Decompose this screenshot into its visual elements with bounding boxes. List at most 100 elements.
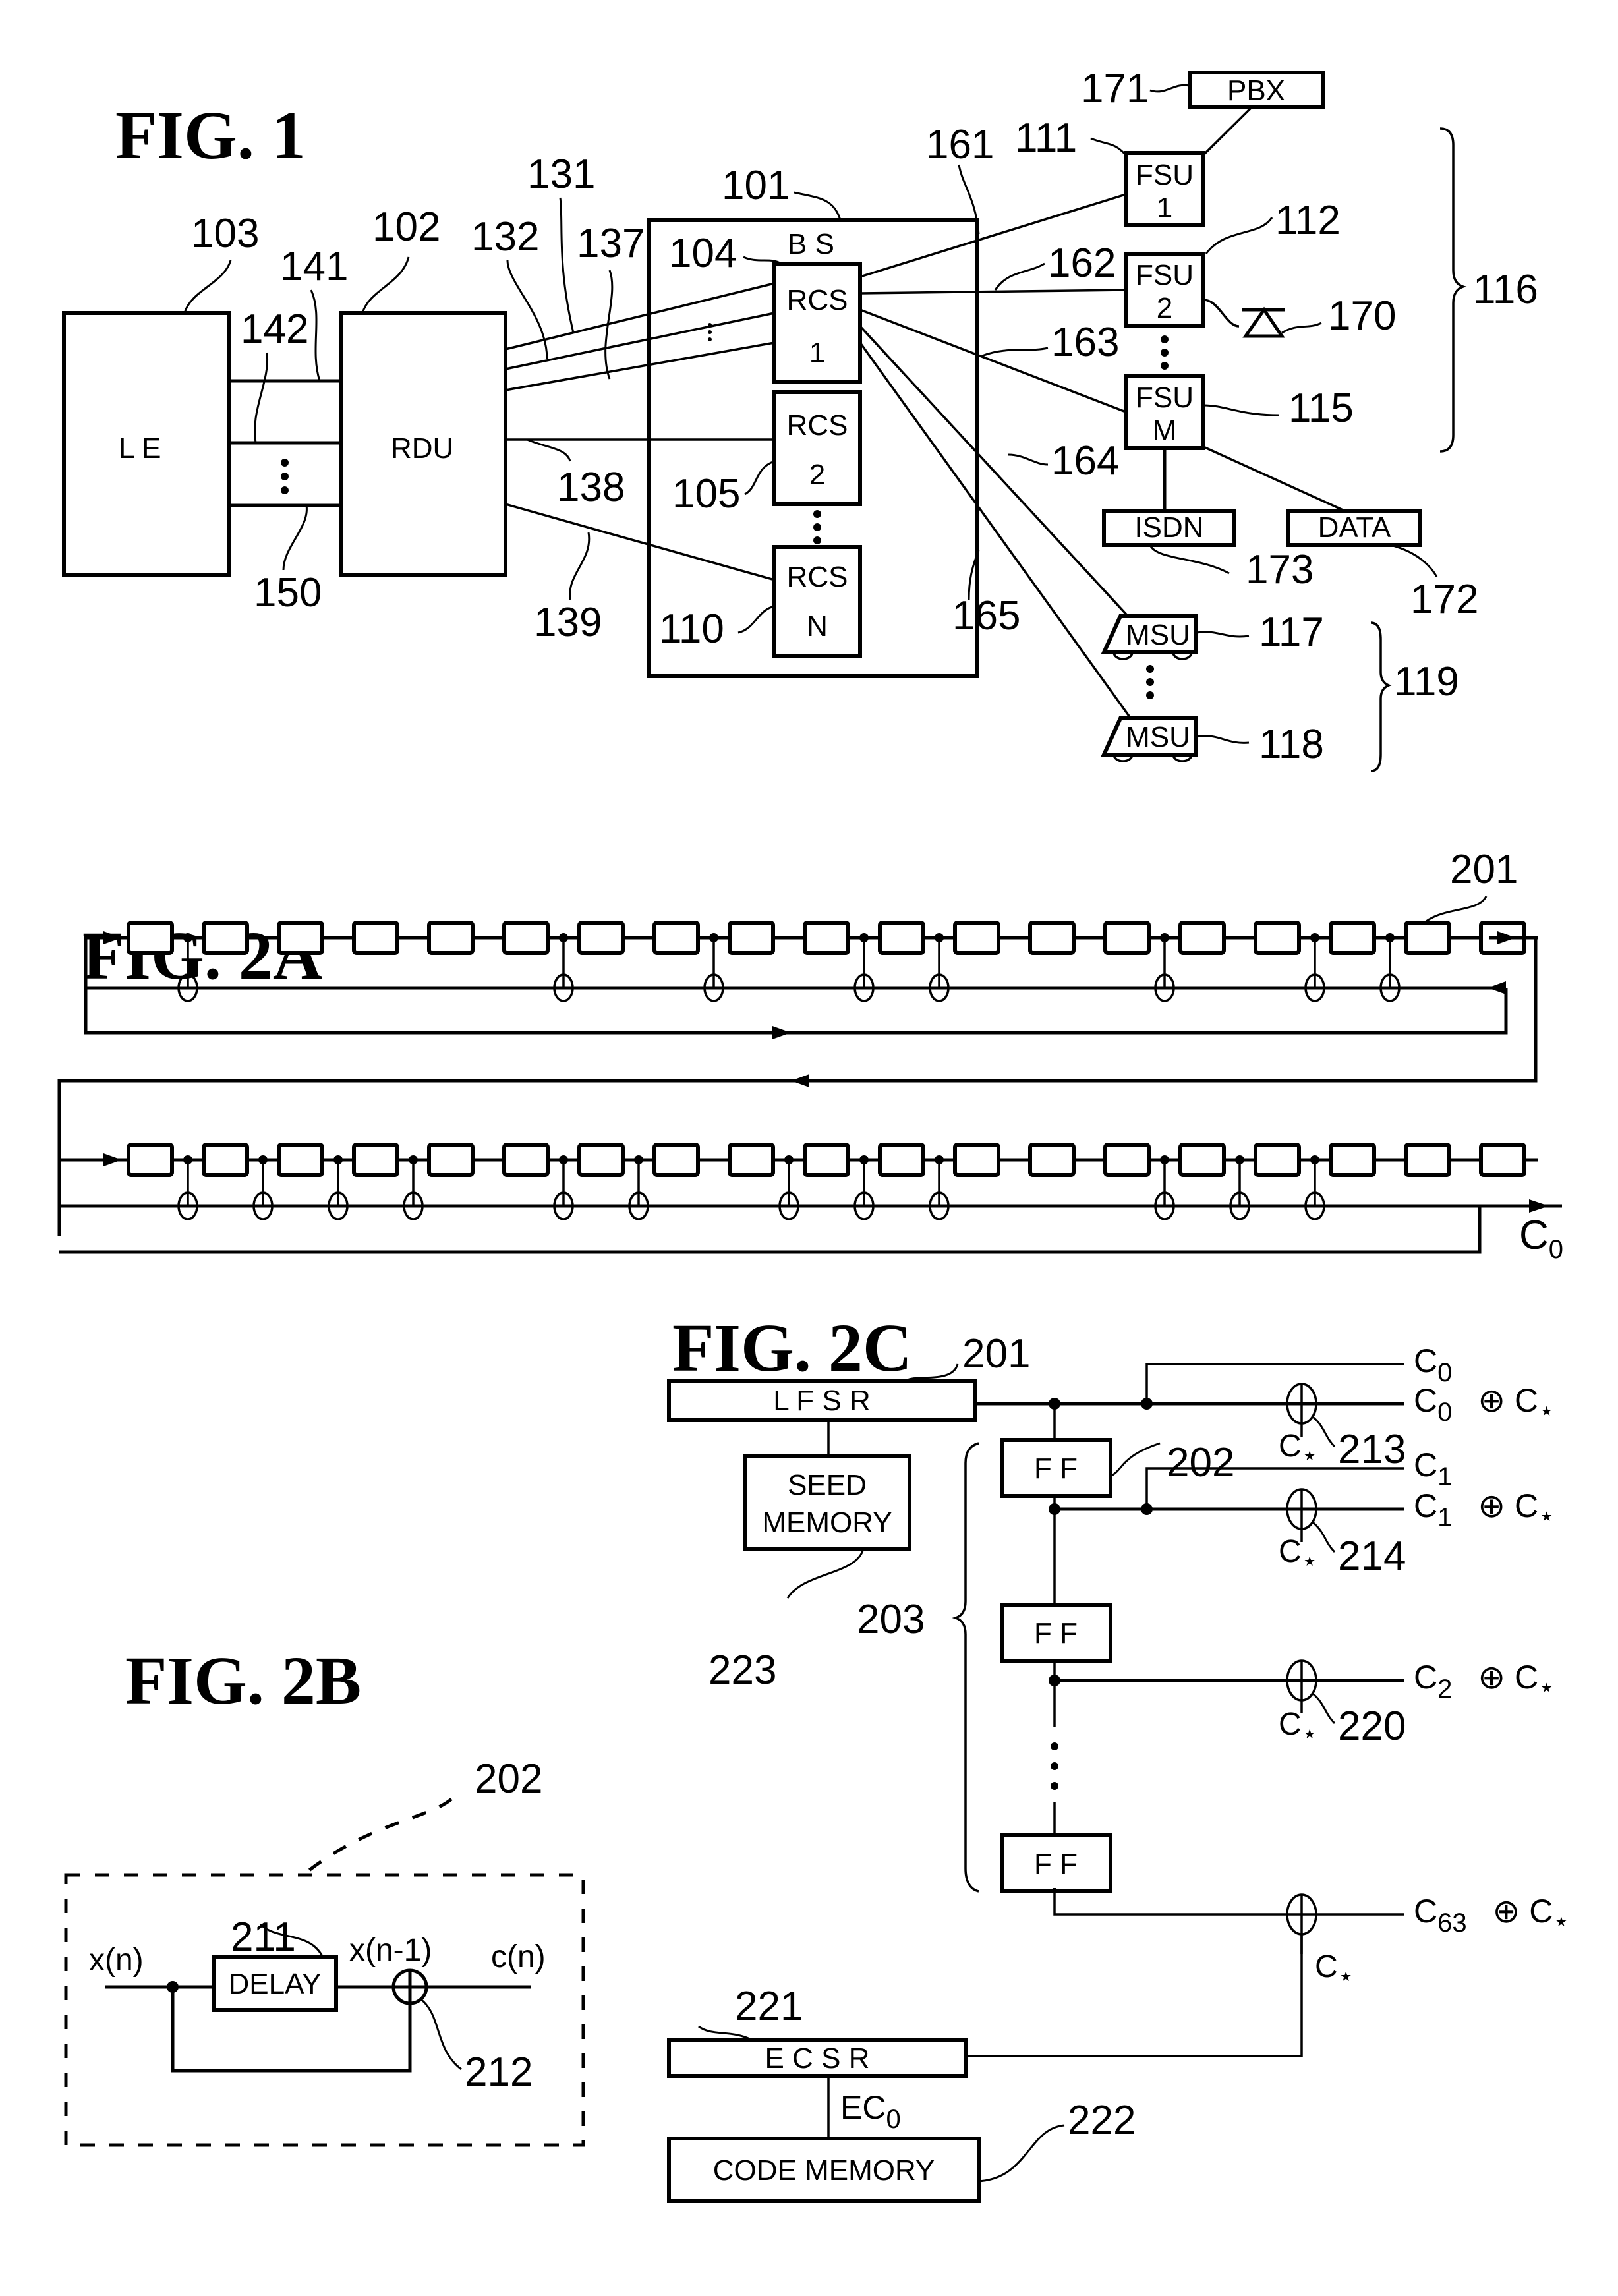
ref-222: 222 xyxy=(1068,2098,1136,2143)
ellipsis-dot xyxy=(1161,362,1169,370)
ref-150: 150 xyxy=(254,570,322,616)
register-cell xyxy=(127,921,174,955)
ellipsis-dot xyxy=(1051,1762,1058,1770)
arrow-head xyxy=(1488,981,1506,994)
register-cell xyxy=(577,921,625,955)
brace-119 xyxy=(1370,621,1392,772)
ref-118: 118 xyxy=(1259,722,1324,767)
leader-223 xyxy=(786,1548,865,1599)
cstar-label-220: C⋆ xyxy=(1279,1707,1318,1748)
ellipsis-dot xyxy=(281,473,289,480)
fig2b-title: FIG. 2B xyxy=(125,1643,361,1719)
ref-165: 165 xyxy=(952,593,1020,639)
rcsN-number: N xyxy=(807,610,828,643)
ref-112: 112 xyxy=(1275,198,1341,243)
patent-drawing-sheet: FIG. 1 L E RDU B S RCS 1 RCS 2 RCS N FSU… xyxy=(57,66,1569,2203)
rcsN-label: RCS xyxy=(787,561,848,593)
ellipsis-dot xyxy=(1161,349,1169,357)
fig1: FIG. 1 L E RDU B S RCS 1 RCS 2 RCS N FSU… xyxy=(62,66,1538,772)
link-pbx xyxy=(1202,105,1254,156)
leader-139 xyxy=(569,532,591,600)
leader-150 xyxy=(282,505,308,571)
brace-203 xyxy=(952,1442,979,1893)
register-cell xyxy=(577,1143,625,1177)
fig2b: FIG. 2B 202 x(n) x(n-1) c(n) DELAY 211 2… xyxy=(64,1643,585,2147)
ff-last-label: F F xyxy=(1034,1848,1078,1880)
c63-xor-line xyxy=(1053,1891,1404,1916)
register-cell xyxy=(277,921,324,955)
ref-161: 161 xyxy=(926,122,994,167)
ref-104: 104 xyxy=(669,231,737,276)
leader-138 xyxy=(527,438,571,462)
leader-103 xyxy=(183,260,232,314)
ref-173: 173 xyxy=(1246,547,1314,592)
input-label: x(n) xyxy=(89,1943,144,1978)
ref-142: 142 xyxy=(241,306,308,352)
rcs2-number: 2 xyxy=(809,459,825,491)
rcs1-label: RCS xyxy=(787,284,848,316)
ec0-label: EC0 xyxy=(840,2089,901,2134)
leader-131 xyxy=(559,197,575,333)
leader-102 xyxy=(361,256,410,314)
ref-131: 131 xyxy=(527,152,595,197)
ref-105: 105 xyxy=(672,471,740,517)
register-cell xyxy=(1103,1143,1151,1177)
leader-163 xyxy=(981,347,1049,357)
output-label-plain-0: C0 xyxy=(1414,1342,1452,1387)
ref-202: 202 xyxy=(475,1756,542,1802)
seed-memory-label-2: MEMORY xyxy=(762,1507,892,1539)
ref-119: 119 xyxy=(1394,659,1459,704)
leader-141 xyxy=(310,289,321,382)
fig2c-title: FIG. 2C xyxy=(672,1310,912,1386)
leader-117 xyxy=(1196,631,1250,638)
lfsr-label: L F S R xyxy=(773,1385,871,1417)
local-exchange-label: L E xyxy=(119,432,161,465)
leader-101 xyxy=(794,191,842,221)
register-cell xyxy=(728,921,775,955)
seed-memory-label-1: SEED xyxy=(788,1469,867,1501)
ref-138: 138 xyxy=(557,465,625,510)
register-cell xyxy=(1178,1143,1226,1177)
ellipsis-dot xyxy=(1146,691,1154,699)
ref-137: 137 xyxy=(577,221,645,266)
fsu1-label: FSU xyxy=(1136,159,1194,191)
msu1-label: MSU xyxy=(1126,619,1190,651)
lfsr-bottom-input-wire xyxy=(57,1158,122,1236)
ref-141: 141 xyxy=(280,244,348,289)
register-cell xyxy=(352,921,399,955)
rcs1-number: 1 xyxy=(809,337,825,369)
register-cell xyxy=(1103,921,1151,955)
ellipsis-dot xyxy=(813,510,821,518)
ref-202: 202 xyxy=(1167,1440,1234,1485)
ref-102: 102 xyxy=(372,204,440,250)
isdn-label: ISDN xyxy=(1134,511,1203,544)
lfsr-bottom-row xyxy=(59,1143,1538,1220)
fsu2-label: FSU xyxy=(1136,259,1194,291)
ref-213: 213 xyxy=(1338,1427,1406,1472)
c0-plain-line xyxy=(1145,1363,1404,1404)
leader-162 xyxy=(994,262,1045,291)
leader-172 xyxy=(1390,544,1438,577)
rcs2-label: RCS xyxy=(787,409,848,442)
ref-139: 139 xyxy=(534,600,602,645)
cstar-label-ecsr: C⋆ xyxy=(1315,1949,1354,1991)
register-cell xyxy=(652,921,700,955)
leader-202-dashed xyxy=(302,1798,453,1876)
delay-label: DELAY xyxy=(228,1968,321,2000)
rdu-label: RDU xyxy=(391,432,453,465)
register-cell xyxy=(953,1143,1000,1177)
register-cell xyxy=(1254,921,1301,955)
leader-111 xyxy=(1090,137,1127,156)
ff2-label: F F xyxy=(1034,1617,1078,1650)
ellipsis-dot xyxy=(708,330,712,334)
ref-162: 162 xyxy=(1048,241,1116,286)
register-cell xyxy=(427,1143,475,1177)
leader-142 xyxy=(254,352,269,444)
output-label: c(n) xyxy=(491,1939,546,1974)
code-memory-label: CODE MEMORY xyxy=(713,2154,935,2187)
ellipsis-dot xyxy=(1146,665,1154,673)
fig2a: FIG. 2A 201 C0 xyxy=(57,847,1563,1264)
leader-164 xyxy=(1008,453,1049,466)
leader-112 xyxy=(1205,217,1273,254)
ref-163: 163 xyxy=(1051,320,1119,365)
